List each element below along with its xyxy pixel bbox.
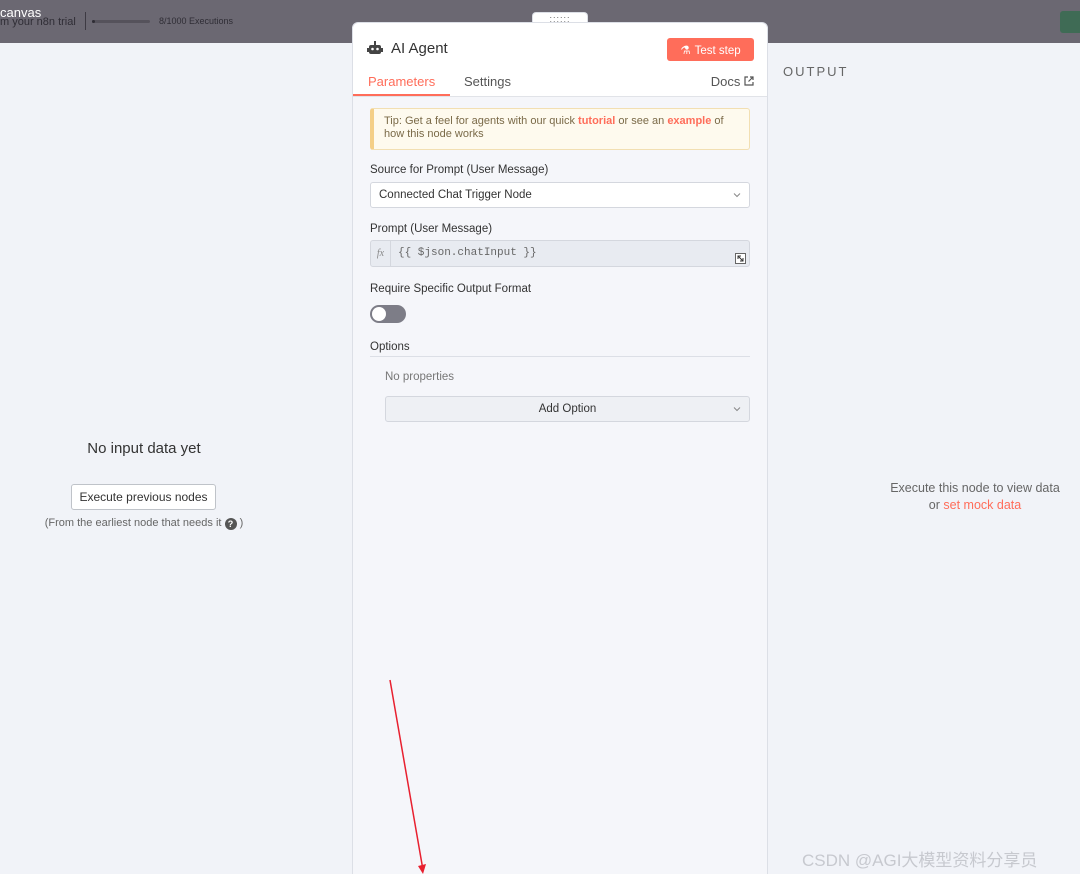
output-message-text: Execute this node to view data	[890, 481, 1060, 495]
chevron-down-icon	[733, 407, 741, 412]
node-settings-panel: AI Agent ⚗ Test step Parameters Settings …	[352, 22, 768, 874]
tab-parameters[interactable]: Parameters	[368, 74, 435, 89]
docs-label: Docs	[710, 74, 741, 89]
source-prompt-label: Source for Prompt (User Message)	[370, 164, 549, 176]
add-option-label: Add Option	[538, 403, 597, 415]
executions-count: 8/1000 Executions	[159, 16, 234, 26]
add-option-dropdown[interactable]: Add Option	[385, 396, 750, 422]
watermark: CSDN @AGI大模型资料分享员	[802, 851, 1038, 870]
output-mock-line: or set mock data	[870, 497, 1080, 514]
output-or-text: or	[928, 498, 940, 512]
toggle-knob	[372, 307, 386, 321]
node-name[interactable]: AI Agent	[391, 40, 448, 57]
tutorial-link[interactable]: tutorial	[578, 115, 615, 127]
test-step-label: Test step	[694, 44, 741, 57]
tip-text-2: or see an	[618, 115, 665, 127]
tip-callout: Tip: Get a feel for agents with our quic…	[370, 108, 750, 150]
flask-icon: ⚗	[680, 44, 691, 57]
chevron-down-icon	[733, 193, 741, 198]
input-hint-close: )	[239, 517, 244, 529]
question-icon[interactable]: ?	[224, 518, 237, 530]
output-format-label: Require Specific Output Format	[370, 283, 532, 295]
prompt-label: Prompt (User Message)	[370, 223, 493, 235]
output-format-toggle[interactable]	[370, 305, 406, 323]
prompt-input[interactable]: fx {{ $json.chatInput }}	[370, 240, 750, 267]
tab-settings[interactable]: Settings	[464, 74, 511, 89]
external-link-icon	[744, 76, 754, 86]
example-link[interactable]: example	[667, 115, 711, 127]
executions-progress-fill	[92, 20, 95, 23]
options-label: Options	[370, 341, 410, 353]
robot-icon	[367, 41, 383, 54]
expand-icon[interactable]	[735, 253, 746, 264]
source-prompt-select[interactable]: Connected Chat Trigger Node	[370, 182, 750, 208]
options-divider	[370, 356, 750, 357]
input-pane: No input data yet Execute previous nodes…	[0, 43, 352, 874]
divider	[85, 12, 86, 30]
input-empty-title: No input data yet	[87, 440, 201, 457]
source-prompt-value: Connected Chat Trigger Node	[379, 189, 532, 201]
tip-text-1: Tip: Get a feel for agents with our quic…	[384, 115, 575, 127]
input-hint: (From the earliest node that needs it ? …	[0, 517, 288, 530]
test-step-button[interactable]: ⚗ Test step	[667, 38, 754, 61]
panel-header: AI Agent ⚗ Test step Parameters Settings …	[353, 23, 767, 97]
upgrade-button[interactable]	[1060, 11, 1080, 33]
docs-link[interactable]: Docs	[711, 74, 754, 89]
output-empty-message: Execute this node to view data or set mo…	[870, 480, 1080, 514]
input-hint-text: (From the earliest node that needs it	[44, 517, 222, 529]
prompt-expression: {{ $json.chatInput }}	[398, 247, 537, 259]
no-properties-text: No properties	[385, 371, 455, 383]
active-tab-indicator	[353, 94, 450, 96]
fx-icon: fx	[371, 241, 391, 266]
set-mock-data-link[interactable]: set mock data	[943, 498, 1021, 512]
trial-text: m your n8n trial	[0, 16, 76, 28]
execute-previous-nodes-button[interactable]: Execute previous nodes	[71, 484, 216, 510]
output-label: OUTPUT	[783, 64, 849, 79]
executions-progress	[92, 20, 150, 23]
